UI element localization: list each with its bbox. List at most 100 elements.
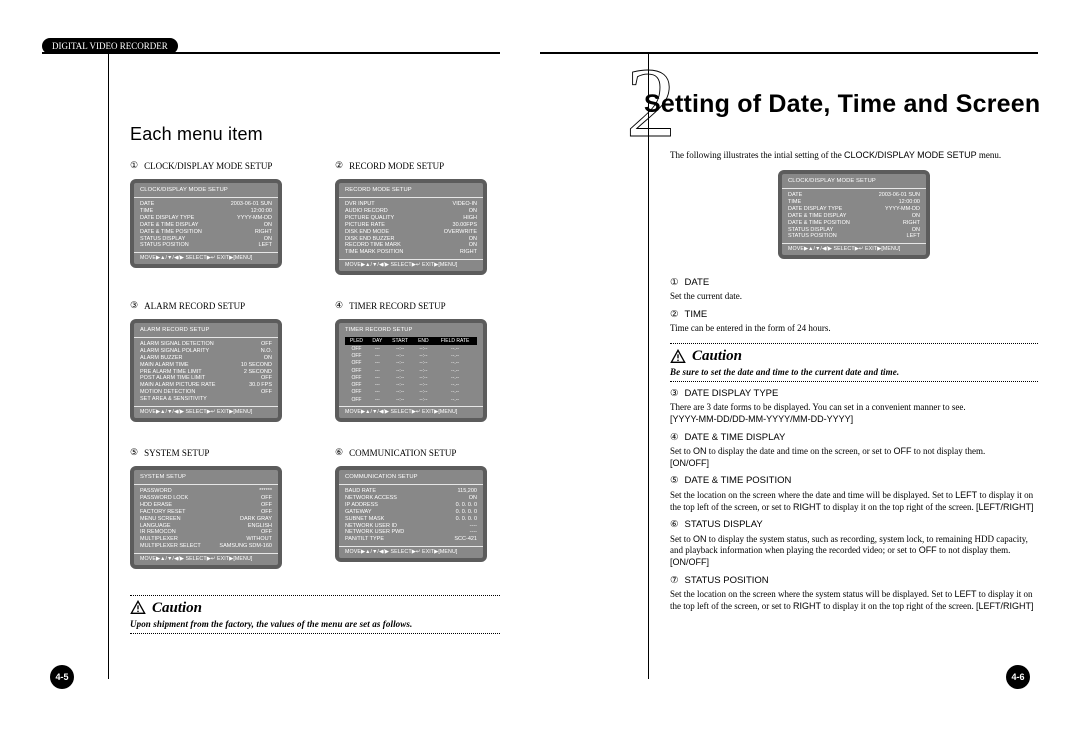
desc-options: [ON/OFF]	[670, 458, 1038, 470]
osd-row: SET AREA & SENSITIVITY	[140, 396, 272, 403]
desc-title: ②TIME	[670, 309, 1038, 321]
desc-item: ②TIME Time can be entered in the form of …	[670, 309, 1038, 335]
osd-panel: SYSTEM SETUPPASSWORD******PASSWORD LOCKO…	[130, 466, 282, 569]
intro-line: The following illustrates the intial set…	[670, 150, 1038, 160]
osd-row: DISK END BUZZERON	[345, 236, 477, 243]
osd-row: MAIN ALARM TIME10 SECOND	[140, 362, 272, 369]
desc-body: Set the location on the screen where the…	[670, 490, 1038, 513]
desc-item: ①DATESet the current date.	[670, 277, 1038, 303]
osd-row: TIME12:00:00	[788, 199, 920, 206]
osd-row: PICTURE RATE30.00FPS	[345, 222, 477, 229]
dots-rule	[130, 595, 500, 596]
osd-title: RECORD MODE SETUP	[345, 187, 477, 194]
caution-heading: Caution	[670, 348, 1038, 365]
osd-row: DATE DISPLAY TYPEYYYY-MM-DD	[788, 206, 920, 213]
osd-row: PASSWORD******	[140, 488, 272, 495]
page-num-right: 4-6	[1006, 665, 1030, 689]
osd-title: CLOCK/DISPLAY MODE SETUP	[140, 187, 272, 194]
osd-title: CLOCK/DISPLAY MODE SETUP	[788, 178, 920, 185]
osd-panel: CLOCK/DISPLAY MODE SETUPDATE2003-06-01 S…	[778, 170, 930, 259]
osd-footer: MOVE▶▲/▼/◀/▶ SELECT▶↵ EXIT▶[MENU]	[134, 406, 278, 416]
desc-body: Set to ON to display the system status, …	[670, 534, 1038, 569]
osd-row: PRE ALARM TIME LIMIT2 SECOND	[140, 369, 272, 376]
menu-item: ③ALARM RECORD SETUP ALARM RECORD SETUP ALA…	[130, 301, 295, 422]
desc-block-1: ①DATESet the current date. ②TIME Time can …	[670, 277, 1038, 335]
caution-label: Caution	[152, 600, 202, 617]
caution-block-left: Caution Upon shipment from the factory, …	[130, 595, 500, 634]
caution-label: Caution	[692, 348, 742, 365]
osd-row: TIME12:00:00	[140, 208, 272, 215]
osd-row: GATEWAY0. 0. 0. 0	[345, 509, 477, 516]
desc-body: There are 3 date forms to be displayed. …	[670, 402, 1038, 414]
content-left: Each menu item ①CLOCK/DISPLAY MODE SETUP…	[130, 56, 500, 679]
desc-title: ⑤DATE & TIME POSITION	[670, 475, 1038, 487]
osd-row: DATE2003-06-01 SUN	[140, 201, 272, 208]
menu-item-label: ⑥COMMUNICATION SETUP	[335, 448, 500, 458]
osd-row: ALARM SIGNAL POLARITYN.O.	[140, 348, 272, 355]
osd-row: AUDIO RECORDON	[345, 208, 477, 215]
osd-footer: MOVE▶▲/▼/◀/▶ SELECT▶↵ EXIT▶[MENU]	[134, 252, 278, 262]
page-num-left: 4-5	[50, 665, 74, 689]
osd-row: NETWORK ACCESSON	[345, 495, 477, 502]
menu-item-label: ②RECORD MODE SETUP	[335, 161, 500, 171]
menu-item-label: ③ALARM RECORD SETUP	[130, 301, 295, 311]
top-rule	[42, 52, 500, 54]
intro-prefix: The following illustrates the intial set…	[670, 150, 844, 160]
menu-item: ⑤SYSTEM SETUP SYSTEM SETUPPASSWORD******P…	[130, 448, 295, 569]
osd-title: ALARM RECORD SETUP	[140, 327, 272, 334]
osd-row: MAIN ALARM PICTURE RATE30.0 FPS	[140, 382, 272, 389]
desc-options: [YYYY-MM-DD/DD-MM-YYYY/MM-DD-YYYY]	[670, 414, 1038, 426]
menu-item: ⑥COMMUNICATION SETUP COMMUNICATION SETUPB…	[335, 448, 500, 569]
osd-row: PICTURE QUALITYHIGH	[345, 215, 477, 222]
osd-row: DISK END MODEOVERWRITE	[345, 229, 477, 236]
osd-title: COMMUNICATION SETUP	[345, 474, 477, 481]
osd-row: STATUS DISPLAYON	[140, 236, 272, 243]
desc-title: ④DATE & TIME DISPLAY	[670, 432, 1038, 444]
osd-footer: MOVE▶▲/▼/◀/▶ SELECT▶↵ EXIT▶[MENU]	[339, 259, 483, 269]
osd-row: POST ALARM TIME LIMITOFF	[140, 375, 272, 382]
menu-item: ①CLOCK/DISPLAY MODE SETUPCLOCK/DISPLAY M…	[130, 161, 295, 275]
osd-footer: MOVE▶▲/▼/◀/▶ SELECT▶↵ EXIT▶[MENU]	[339, 546, 483, 556]
desc-title: ③DATE DISPLAY TYPE	[670, 388, 1038, 400]
chapter-title: Setting of Date, Time and Screen	[644, 90, 1040, 119]
page-left: DIGITAL VIDEO RECORDER Each menu item ①C…	[0, 0, 540, 739]
desc-item: ⑤DATE & TIME POSITION Set the location on…	[670, 475, 1038, 513]
osd-panel: CLOCK/DISPLAY MODE SETUP DATE2003-06-01 S…	[130, 179, 282, 268]
osd-row: DATE & TIME DISPLAYON	[140, 222, 272, 229]
osd-row: ALARM BUZZERON	[140, 355, 272, 362]
osd-panel: COMMUNICATION SETUPBAUD RATE115,200NETWO…	[335, 466, 487, 562]
caution-icon	[130, 600, 146, 616]
desc-body: Set to ON to display the date and time o…	[670, 446, 1038, 458]
osd-row: MULTIPLEXER SELECTSAMSUNG SDM-160	[140, 543, 272, 550]
osd-footer: MOVE▶▲/▼/◀/▶ SELECT▶↵ EXIT▶[MENU]	[134, 553, 278, 563]
menu-item: ②RECORD MODE SETUP RECORD MODE SETUP DVR I…	[335, 161, 500, 275]
osd-row: NETWORK USER ID----	[345, 523, 477, 530]
osd-footer: MOVE▶▲/▼/◀/▶ SELECT▶↵ EXIT▶[MENU]	[782, 243, 926, 253]
desc-block-2: ③DATE DISPLAY TYPE There are 3 date forms…	[670, 388, 1038, 612]
content-right: The following illustrates the intial set…	[670, 150, 1038, 679]
osd-row: STATUS DISPLAYON	[788, 227, 920, 234]
osd-row: IR REMOCONOFF	[140, 529, 272, 536]
caution-block-right: Caution Be sure to set the date and time…	[670, 343, 1038, 382]
page-right: 2 Setting of Date, Time and Screen The f…	[540, 0, 1080, 739]
menu-grid: ①CLOCK/DISPLAY MODE SETUPCLOCK/DISPLAY M…	[130, 161, 500, 569]
osd-row: DVR INPUTVIDEO-IN	[345, 201, 477, 208]
osd-row: ALARM SIGNAL DETECTIONOFF	[140, 341, 272, 348]
menu-item-label: ④TIMER RECORD SETUP	[335, 301, 500, 311]
desc-title: ⑦STATUS POSITION	[670, 575, 1038, 587]
osd-footer: MOVE▶▲/▼/◀/▶ SELECT▶↵ EXIT▶[MENU]	[339, 406, 483, 416]
osd-row: DATE & TIME POSITIONRIGHT	[140, 229, 272, 236]
intro-suffix: menu.	[977, 150, 1002, 160]
desc-item: ⑦STATUS POSITIONSet the location on the …	[670, 575, 1038, 613]
osd-row: STATUS POSITIONLEFT	[140, 242, 272, 249]
osd-timer-panel: TIMER RECORD SETUPPLEDDAYSTARTENDFIELD R…	[335, 319, 487, 422]
desc-item: ④DATE & TIME DISPLAY Set to ON to display…	[670, 432, 1038, 470]
menu-item-label: ⑤SYSTEM SETUP	[130, 448, 295, 458]
caution-icon	[670, 349, 686, 365]
caution-text: Be sure to set the date and time to the …	[670, 367, 1038, 377]
osd-row: HDD ERASEOFF	[140, 502, 272, 509]
side-rule-left	[108, 52, 109, 679]
desc-body: Time can be entered in the form of 24 ho…	[670, 323, 1038, 335]
osd-title: TIMER RECORD SETUP	[345, 327, 477, 334]
desc-body: Set the current date.	[670, 291, 1038, 303]
